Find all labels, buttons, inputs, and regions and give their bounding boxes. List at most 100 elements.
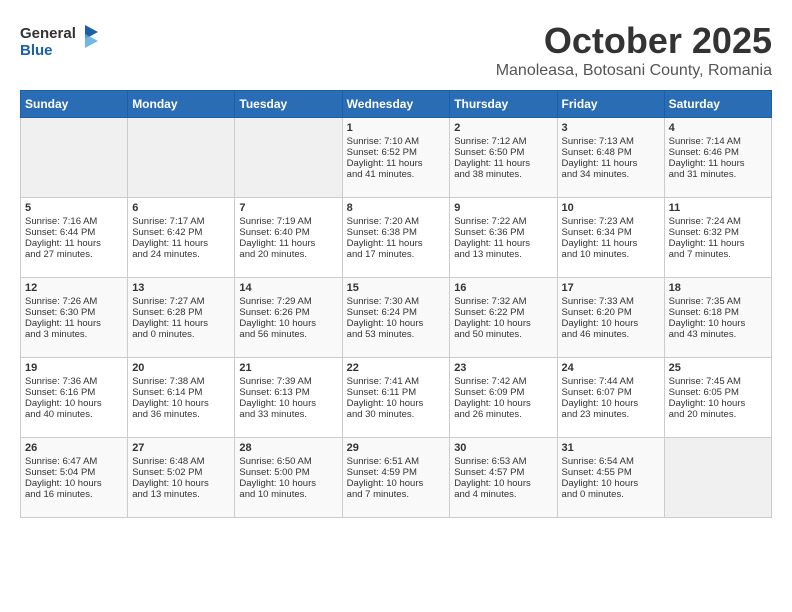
cell-text: Daylight: 10 hours <box>239 318 337 329</box>
cell-text: Daylight: 10 hours <box>562 318 660 329</box>
cell-text: Daylight: 10 hours <box>669 318 767 329</box>
cell-text: Daylight: 11 hours <box>454 158 552 169</box>
cell-text: and 3 minutes. <box>25 329 123 340</box>
day-number: 22 <box>347 362 446 374</box>
cell-text: Sunrise: 7:30 AM <box>347 296 446 307</box>
day-number: 20 <box>132 362 230 374</box>
calendar-cell <box>21 118 128 198</box>
cell-text: Sunset: 6:22 PM <box>454 307 552 318</box>
header-saturday: Saturday <box>664 91 771 118</box>
header-friday: Friday <box>557 91 664 118</box>
calendar-cell: 17Sunrise: 7:33 AMSunset: 6:20 PMDayligh… <box>557 278 664 358</box>
day-number: 28 <box>239 442 337 454</box>
cell-text: and 38 minutes. <box>454 169 552 180</box>
calendar-cell <box>664 438 771 518</box>
day-number: 23 <box>454 362 552 374</box>
calendar-cell: 25Sunrise: 7:45 AMSunset: 6:05 PMDayligh… <box>664 358 771 438</box>
calendar-cell: 2Sunrise: 7:12 AMSunset: 6:50 PMDaylight… <box>450 118 557 198</box>
calendar-cell: 11Sunrise: 7:24 AMSunset: 6:32 PMDayligh… <box>664 198 771 278</box>
cell-text: Daylight: 10 hours <box>562 478 660 489</box>
cell-text: Daylight: 10 hours <box>454 478 552 489</box>
calendar-cell: 23Sunrise: 7:42 AMSunset: 6:09 PMDayligh… <box>450 358 557 438</box>
day-number: 26 <box>25 442 123 454</box>
logo: General Blue <box>20 20 100 65</box>
cell-text: Sunset: 5:02 PM <box>132 467 230 478</box>
cell-text: and 27 minutes. <box>25 249 123 260</box>
cell-text: and 20 minutes. <box>239 249 337 260</box>
day-number: 8 <box>347 202 446 214</box>
cell-text: Sunrise: 7:41 AM <box>347 376 446 387</box>
cell-text: Daylight: 11 hours <box>25 238 123 249</box>
cell-text: Sunrise: 7:10 AM <box>347 136 446 147</box>
calendar-cell: 22Sunrise: 7:41 AMSunset: 6:11 PMDayligh… <box>342 358 450 438</box>
week-row-1: 5Sunrise: 7:16 AMSunset: 6:44 PMDaylight… <box>21 198 772 278</box>
cell-text: Sunrise: 7:16 AM <box>25 216 123 227</box>
cell-text: Daylight: 11 hours <box>347 238 446 249</box>
cell-text: Sunset: 5:04 PM <box>25 467 123 478</box>
cell-text: and 36 minutes. <box>132 409 230 420</box>
header-monday: Monday <box>128 91 235 118</box>
cell-text: Sunset: 6:09 PM <box>454 387 552 398</box>
subtitle: Manoleasa, Botosani County, Romania <box>496 62 772 80</box>
cell-text: Daylight: 10 hours <box>25 478 123 489</box>
cell-text: and 17 minutes. <box>347 249 446 260</box>
day-number: 18 <box>669 282 767 294</box>
cell-text: Daylight: 11 hours <box>347 158 446 169</box>
cell-text: Sunrise: 6:54 AM <box>562 456 660 467</box>
cell-text: Sunrise: 7:36 AM <box>25 376 123 387</box>
cell-text: and 13 minutes. <box>132 489 230 500</box>
cell-text: Sunset: 6:34 PM <box>562 227 660 238</box>
cell-text: and 20 minutes. <box>669 409 767 420</box>
svg-text:General: General <box>20 25 76 42</box>
cell-text: Sunset: 6:38 PM <box>347 227 446 238</box>
calendar-cell: 12Sunrise: 7:26 AMSunset: 6:30 PMDayligh… <box>21 278 128 358</box>
calendar-cell: 24Sunrise: 7:44 AMSunset: 6:07 PMDayligh… <box>557 358 664 438</box>
week-row-4: 26Sunrise: 6:47 AMSunset: 5:04 PMDayligh… <box>21 438 772 518</box>
title-area: October 2025 Manoleasa, Botosani County,… <box>496 20 772 80</box>
cell-text: Sunset: 4:57 PM <box>454 467 552 478</box>
cell-text: Sunset: 5:00 PM <box>239 467 337 478</box>
cell-text: Daylight: 11 hours <box>239 238 337 249</box>
cell-text: Sunset: 4:59 PM <box>347 467 446 478</box>
calendar-cell <box>128 118 235 198</box>
header-thursday: Thursday <box>450 91 557 118</box>
cell-text: Sunset: 6:32 PM <box>669 227 767 238</box>
cell-text: Sunset: 6:16 PM <box>25 387 123 398</box>
header-wednesday: Wednesday <box>342 91 450 118</box>
cell-text: Sunrise: 7:24 AM <box>669 216 767 227</box>
cell-text: Daylight: 10 hours <box>347 398 446 409</box>
cell-text: Daylight: 11 hours <box>132 238 230 249</box>
cell-text: and 13 minutes. <box>454 249 552 260</box>
cell-text: Sunrise: 6:51 AM <box>347 456 446 467</box>
cell-text: Sunrise: 6:47 AM <box>25 456 123 467</box>
cell-text: and 10 minutes. <box>239 489 337 500</box>
cell-text: Daylight: 11 hours <box>669 158 767 169</box>
day-number: 4 <box>669 122 767 134</box>
calendar-cell: 4Sunrise: 7:14 AMSunset: 6:46 PMDaylight… <box>664 118 771 198</box>
calendar-cell: 27Sunrise: 6:48 AMSunset: 5:02 PMDayligh… <box>128 438 235 518</box>
cell-text: Sunrise: 7:38 AM <box>132 376 230 387</box>
cell-text: Sunrise: 6:53 AM <box>454 456 552 467</box>
cell-text: Sunset: 6:42 PM <box>132 227 230 238</box>
cell-text: Sunrise: 7:39 AM <box>239 376 337 387</box>
calendar-cell: 1Sunrise: 7:10 AMSunset: 6:52 PMDaylight… <box>342 118 450 198</box>
cell-text: Sunrise: 7:32 AM <box>454 296 552 307</box>
day-number: 14 <box>239 282 337 294</box>
calendar-table: SundayMondayTuesdayWednesdayThursdayFrid… <box>20 90 772 518</box>
cell-text: and 0 minutes. <box>562 489 660 500</box>
day-number: 24 <box>562 362 660 374</box>
cell-text: Sunrise: 7:29 AM <box>239 296 337 307</box>
calendar-cell: 21Sunrise: 7:39 AMSunset: 6:13 PMDayligh… <box>235 358 342 438</box>
cell-text: Sunrise: 7:45 AM <box>669 376 767 387</box>
day-number: 15 <box>347 282 446 294</box>
cell-text: Sunset: 6:18 PM <box>669 307 767 318</box>
cell-text: Sunrise: 6:48 AM <box>132 456 230 467</box>
cell-text: Sunset: 6:30 PM <box>25 307 123 318</box>
cell-text: and 23 minutes. <box>562 409 660 420</box>
cell-text: and 40 minutes. <box>25 409 123 420</box>
day-number: 25 <box>669 362 767 374</box>
week-row-0: 1Sunrise: 7:10 AMSunset: 6:52 PMDaylight… <box>21 118 772 198</box>
cell-text: Daylight: 11 hours <box>132 318 230 329</box>
day-number: 21 <box>239 362 337 374</box>
cell-text: Daylight: 10 hours <box>132 478 230 489</box>
